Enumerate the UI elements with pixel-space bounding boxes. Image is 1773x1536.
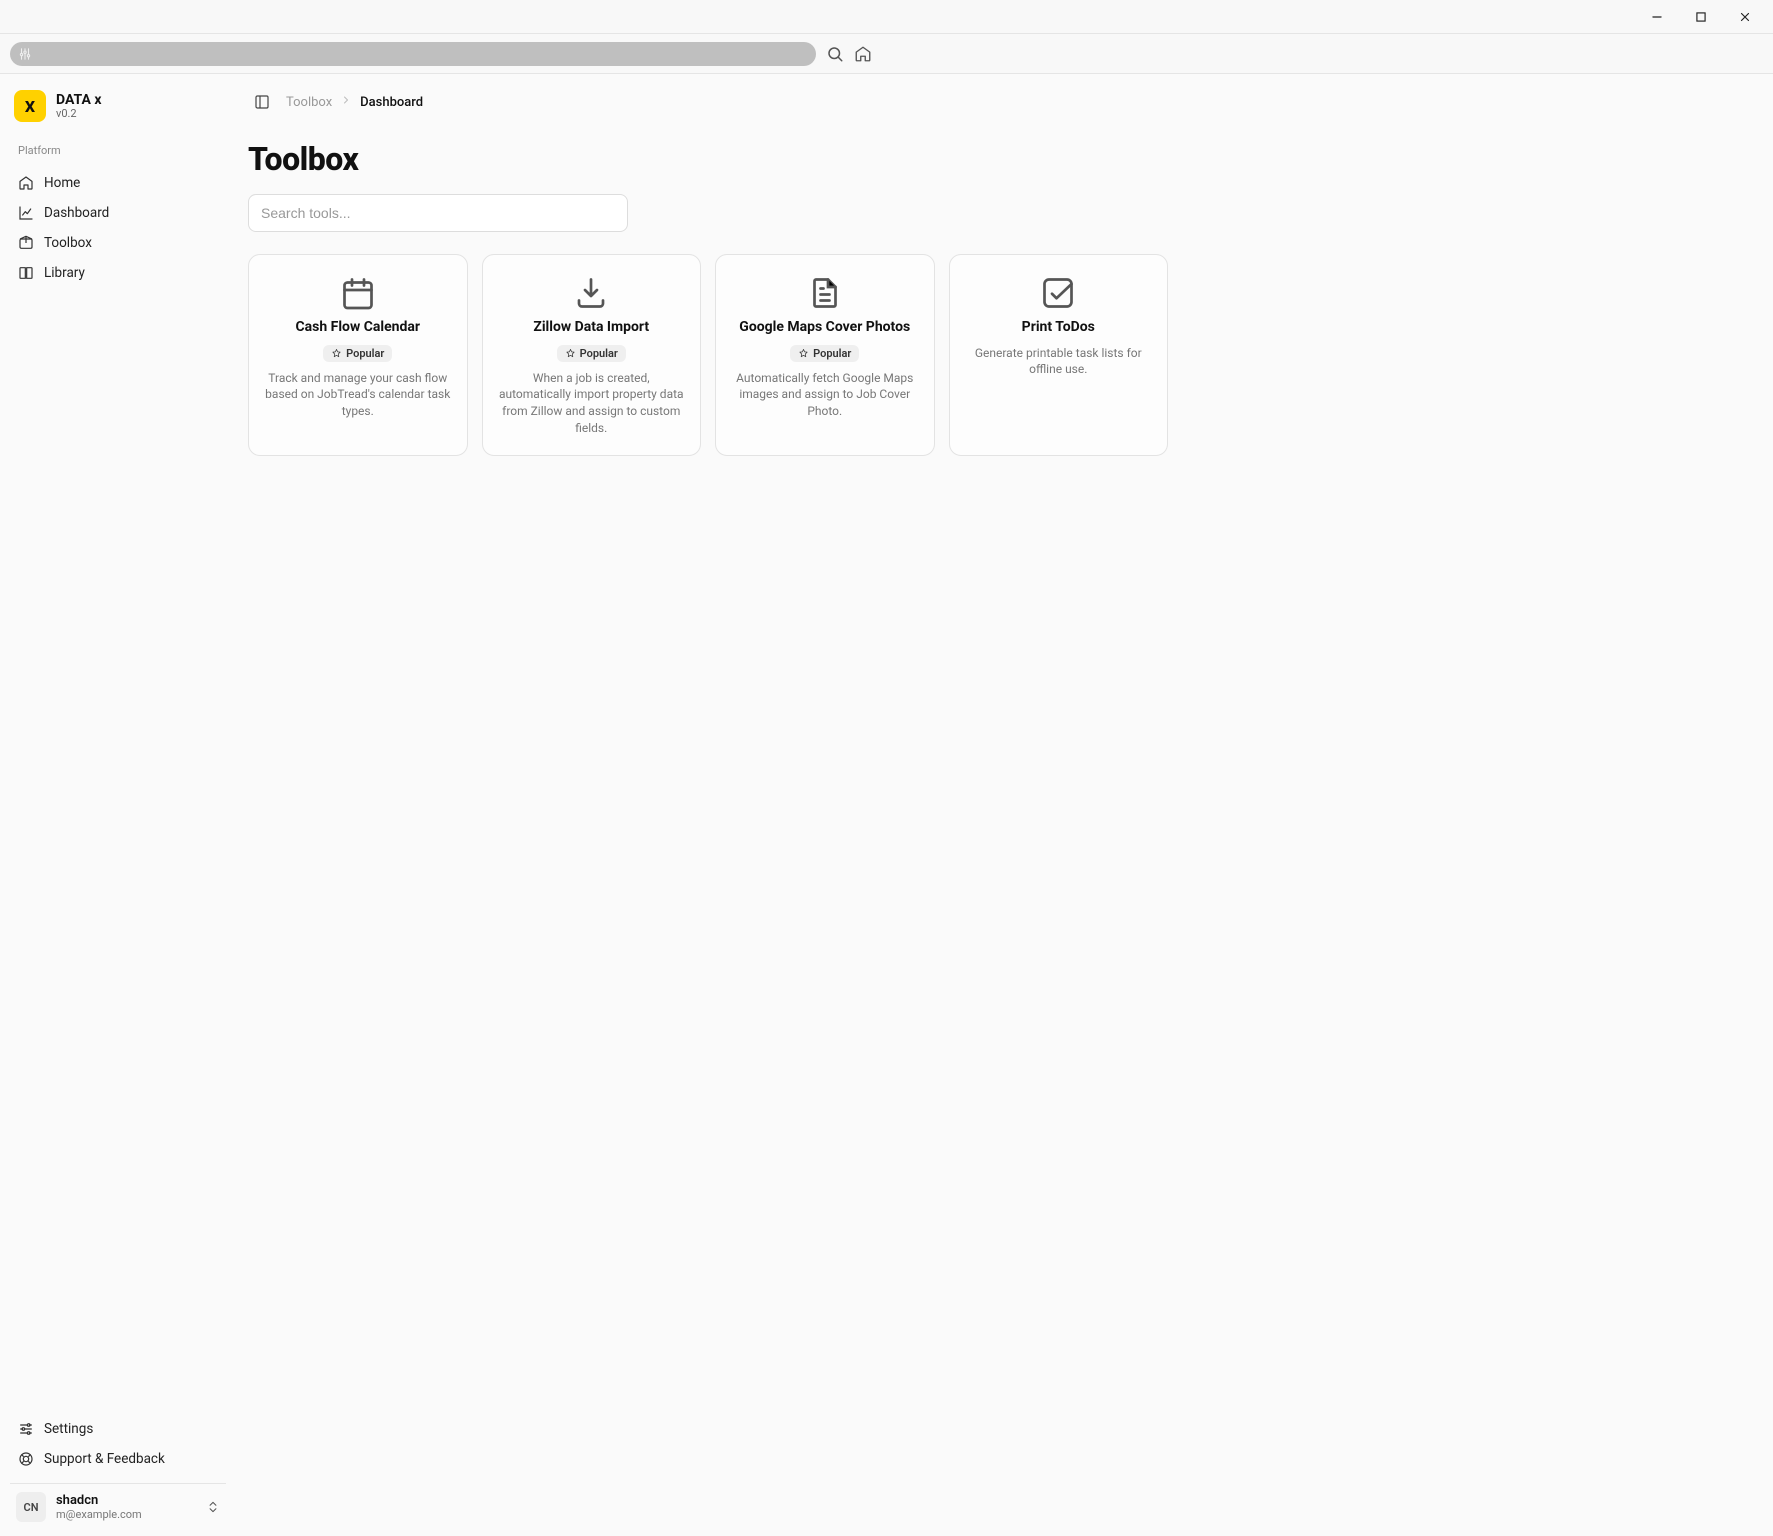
panel-left-icon (254, 94, 270, 110)
star-icon (331, 348, 342, 359)
breadcrumb: Toolbox Dashboard (286, 94, 423, 110)
tool-cards: Cash Flow Calendar Popular Track and man… (248, 254, 1168, 456)
package-icon (18, 235, 34, 251)
minimize-icon (1650, 10, 1664, 24)
book-icon (18, 265, 34, 281)
close-icon (1738, 10, 1752, 24)
user-email: m@example.com (56, 1508, 142, 1521)
chevrons-up-down-icon (206, 1500, 220, 1514)
chevron-right-icon (340, 94, 352, 106)
star-icon (565, 348, 576, 359)
tool-card-description: Generate printable task lists for offlin… (964, 345, 1154, 379)
tool-card-description: Track and manage your cash flow based on… (263, 370, 453, 420)
window-titlebar (0, 0, 1773, 34)
tool-card-title: Cash Flow Calendar (296, 319, 420, 337)
badge-label: Popular (813, 347, 851, 360)
brand-logo: X (14, 90, 46, 122)
sidebar-item-support[interactable]: Support & Feedback (10, 1445, 226, 1473)
search-box (248, 194, 628, 232)
search-icon[interactable] (826, 45, 844, 63)
sidebar-item-library[interactable]: Library (10, 259, 226, 287)
sidebar-item-dashboard[interactable]: Dashboard (10, 199, 226, 227)
window-close-button[interactable] (1725, 3, 1765, 31)
sidebar-footer-nav: Settings Support & Feedback (10, 1415, 226, 1473)
main-content: Toolbox Dashboard Toolbox Cash Flow Cale… (236, 74, 1773, 1536)
check-square-icon (1040, 275, 1076, 311)
sidebar-item-label: Home (44, 175, 80, 191)
breadcrumb-item[interactable]: Toolbox (286, 95, 332, 110)
user-name: shadcn (56, 1493, 142, 1509)
tool-card-description: Automatically fetch Google Maps images a… (730, 370, 920, 420)
sliders-icon (18, 47, 32, 61)
sidebar-item-label: Library (44, 265, 85, 281)
popular-badge: Popular (323, 345, 392, 362)
tool-card-print-todos[interactable]: Print ToDos Generate printable task list… (949, 254, 1169, 456)
user-menu[interactable]: CN shadcn m@example.com (10, 1483, 226, 1526)
brand-version: v0.2 (56, 108, 101, 121)
breadcrumb-item[interactable]: Dashboard (360, 95, 423, 110)
badge-label: Popular (346, 347, 384, 360)
app-body: X DATA x v0.2 Platform Home Dashboard (0, 74, 1773, 1536)
brand-name: DATA x (56, 92, 101, 108)
maximize-icon (1694, 10, 1708, 24)
tool-card-title: Google Maps Cover Photos (739, 319, 910, 337)
sidebar-item-toolbox[interactable]: Toolbox (10, 229, 226, 257)
badge-label: Popular (580, 347, 618, 360)
avatar: CN (16, 1492, 46, 1522)
sidebar-section-label: Platform (10, 134, 226, 159)
popular-badge: Popular (557, 345, 626, 362)
brand: X DATA x v0.2 (10, 88, 226, 124)
home-icon (18, 175, 34, 191)
sidebar-item-label: Support & Feedback (44, 1451, 165, 1467)
sidebar-item-home[interactable]: Home (10, 169, 226, 197)
sidebar-toggle-button[interactable] (248, 88, 276, 116)
calendar-icon (340, 275, 376, 311)
sidebar: X DATA x v0.2 Platform Home Dashboard (0, 74, 236, 1536)
sidebar-item-label: Toolbox (44, 235, 92, 251)
sidebar-nav: Home Dashboard Toolbox Library (10, 169, 226, 287)
page-title: Toolbox (248, 140, 1749, 178)
breadcrumb-separator (340, 94, 352, 110)
tool-card-cash-flow-calendar[interactable]: Cash Flow Calendar Popular Track and man… (248, 254, 468, 456)
download-icon (573, 275, 609, 311)
tool-card-title: Zillow Data Import (533, 319, 649, 337)
sidebar-item-label: Dashboard (44, 205, 109, 221)
window-maximize-button[interactable] (1681, 3, 1721, 31)
browser-address-bar (0, 34, 1773, 74)
tool-card-title: Print ToDos (1022, 319, 1095, 337)
url-field[interactable] (10, 42, 816, 66)
tool-card-description: When a job is created, automatically imp… (497, 370, 687, 437)
popular-badge: Popular (790, 345, 859, 362)
window-minimize-button[interactable] (1637, 3, 1677, 31)
home-icon[interactable] (854, 45, 872, 63)
sidebar-item-settings[interactable]: Settings (10, 1415, 226, 1443)
settings-icon (18, 1421, 34, 1437)
chart-icon (18, 205, 34, 221)
star-icon (798, 348, 809, 359)
file-text-icon (807, 275, 843, 311)
topbar: Toolbox Dashboard (248, 88, 1749, 116)
search-input[interactable] (248, 194, 628, 232)
tool-card-zillow-data-import[interactable]: Zillow Data Import Popular When a job is… (482, 254, 702, 456)
app-window: X DATA x v0.2 Platform Home Dashboard (0, 0, 1773, 1536)
sidebar-item-label: Settings (44, 1421, 93, 1437)
tool-card-google-maps-cover-photos[interactable]: Google Maps Cover Photos Popular Automat… (715, 254, 935, 456)
life-ring-icon (18, 1451, 34, 1467)
